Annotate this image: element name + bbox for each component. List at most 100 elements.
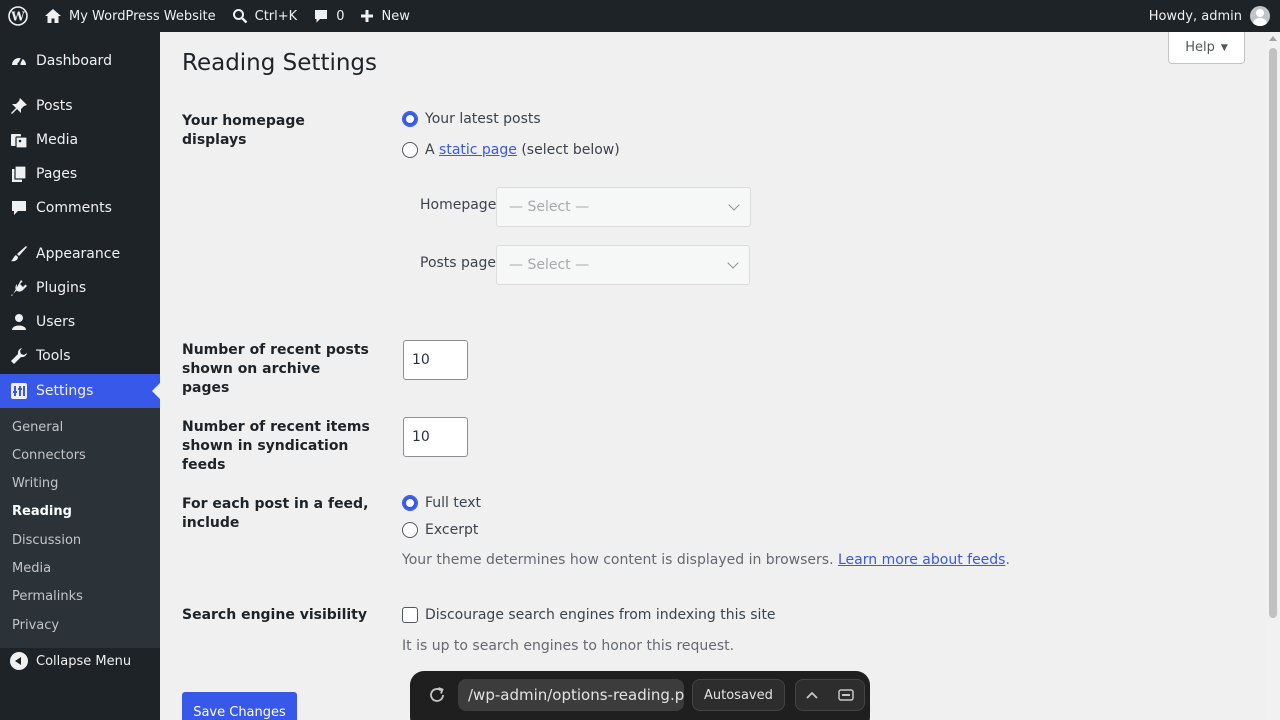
- collapse-arrow-icon: [10, 652, 28, 670]
- collapse-menu-button[interactable]: Collapse Menu: [10, 652, 131, 670]
- sidebar-item-users[interactable]: Users: [0, 305, 160, 339]
- help-button[interactable]: Help ▼: [1168, 32, 1245, 64]
- sidebar-item-label: Tools: [36, 348, 71, 364]
- sidebar-item-tools[interactable]: Tools: [0, 339, 160, 373]
- radio-full-text[interactable]: Full text: [402, 495, 481, 511]
- settings-submenu: General Connectors Writing Reading Discu…: [0, 408, 160, 648]
- dashboard-icon: [10, 52, 28, 70]
- collapse-menu-label: Collapse Menu: [36, 653, 132, 669]
- recent-posts-input[interactable]: 10: [403, 340, 468, 380]
- sidebar-item-label: Posts: [36, 98, 73, 114]
- sidebar-item-media[interactable]: Media: [0, 123, 160, 157]
- search-shortcut[interactable]: Ctrl+K: [224, 0, 306, 32]
- static-suffix: (select below): [521, 142, 620, 158]
- submenu-item-writing[interactable]: Writing: [12, 476, 58, 491]
- plugin-icon: [10, 279, 28, 297]
- submenu-item-media[interactable]: Media: [12, 561, 51, 576]
- feed-include-label: For each post in a feed, include: [182, 496, 369, 531]
- keyboard-icon[interactable]: [838, 689, 855, 701]
- settings-icon: [10, 382, 28, 400]
- submenu-item-reading[interactable]: Reading: [12, 504, 72, 519]
- save-changes-button[interactable]: Save Changes: [182, 692, 297, 720]
- scroll-thumb[interactable]: [1269, 48, 1277, 618]
- radio-static-page[interactable]: A static page (select below): [402, 142, 620, 158]
- radio-button[interactable]: [402, 142, 418, 158]
- radio-excerpt[interactable]: Excerpt: [402, 522, 478, 538]
- autosaved-status: Autosaved: [692, 679, 785, 711]
- search-visibility-description: It is up to search engines to honor this…: [402, 638, 735, 654]
- site-name-link[interactable]: My WordPress Website: [36, 0, 224, 32]
- caret-down-icon: ▼: [1220, 42, 1228, 53]
- main-content: Help ▼ Reading Settings Your homepage di…: [160, 32, 1266, 720]
- sidebar-item-comments[interactable]: Comments: [0, 191, 160, 225]
- static-page-link[interactable]: static page: [439, 142, 517, 158]
- svg-text:W: W: [10, 10, 25, 24]
- comments-count: 0: [336, 8, 345, 24]
- search-visibility-label: Search engine visibility: [182, 607, 367, 623]
- sidebar-item-dashboard[interactable]: Dashboard: [0, 44, 160, 78]
- new-label: New: [381, 8, 410, 24]
- recent-posts-label: Number of recent posts shown on archive …: [182, 342, 369, 396]
- search-shortcut-label: Ctrl+K: [254, 8, 298, 24]
- radio-button-checked[interactable]: [402, 495, 418, 511]
- sidebar-item-appearance[interactable]: Appearance: [0, 237, 160, 271]
- greeting: Howdy, admin: [1148, 8, 1242, 24]
- feed-description: Your theme determines how content is dis…: [402, 552, 1010, 568]
- submenu-item-connectors[interactable]: Connectors: [12, 448, 86, 463]
- comments-link[interactable]: 0: [305, 0, 352, 32]
- pages-icon: [10, 165, 28, 183]
- user-icon: [10, 313, 28, 331]
- posts-page-select[interactable]: — Select —: [496, 245, 750, 285]
- homepage-displays-label: Your homepage displays: [182, 113, 305, 148]
- sidebar-item-label: Appearance: [36, 246, 121, 262]
- submenu-item-privacy[interactable]: Privacy: [12, 618, 59, 633]
- submenu-item-permalinks[interactable]: Permalinks: [12, 589, 83, 604]
- avatar: [1250, 6, 1270, 26]
- submenu-item-general[interactable]: General: [12, 420, 63, 435]
- radio-button-checked[interactable]: [402, 111, 418, 127]
- sidebar-item-label: Settings: [36, 383, 94, 399]
- plus-icon: [361, 10, 374, 22]
- submenu-item-discussion[interactable]: Discussion: [12, 533, 81, 548]
- sidebar-item-label: Pages: [36, 166, 78, 182]
- radio-button[interactable]: [402, 522, 418, 538]
- sidebar-item-pages[interactable]: Pages: [0, 157, 160, 191]
- url-field[interactable]: /wp-admin/options-reading.ph: [458, 679, 684, 711]
- chevron-up-icon[interactable]: [805, 690, 819, 700]
- sidebar-item-label: Comments: [36, 200, 112, 216]
- browser-toolbar: /wp-admin/options-reading.ph Autosaved: [410, 671, 870, 720]
- reload-button[interactable]: [426, 679, 448, 711]
- feed-description-end: .: [1005, 552, 1010, 568]
- sidebar-item-label: Dashboard: [36, 53, 112, 69]
- brush-icon: [10, 245, 28, 263]
- chevron-down-icon: [728, 199, 740, 211]
- site-name: My WordPress Website: [69, 8, 216, 24]
- page-title: Reading Settings: [182, 50, 378, 76]
- wordpress-logo-icon[interactable]: W: [0, 0, 36, 32]
- wrench-icon: [10, 347, 28, 365]
- help-label: Help: [1185, 40, 1215, 55]
- homepage-select-label: Homepage:: [420, 197, 502, 213]
- homepage-select[interactable]: — Select —: [496, 187, 751, 227]
- sidebar-item-label: Users: [36, 314, 76, 330]
- radio-latest-posts[interactable]: Your latest posts: [402, 111, 541, 127]
- chevron-down-icon: [727, 257, 739, 269]
- page-scrollbar[interactable]: [1266, 32, 1280, 720]
- syndication-feeds-input[interactable]: 10: [403, 417, 468, 457]
- discourage-search-checkbox-row[interactable]: Discourage search engines from indexing …: [402, 607, 776, 623]
- sidebar-item-plugins[interactable]: Plugins: [0, 271, 160, 305]
- scroll-up-arrow-icon[interactable]: [1269, 36, 1277, 41]
- sidebar-item-posts[interactable]: Posts: [0, 89, 160, 123]
- sidebar-item-settings[interactable]: Settings: [0, 374, 160, 408]
- learn-more-feeds-link[interactable]: Learn more about feeds: [838, 552, 1005, 568]
- search-icon: [232, 9, 247, 24]
- feed-description-text: Your theme determines how content is dis…: [402, 552, 834, 568]
- home-icon: [45, 9, 61, 23]
- reload-icon: [430, 687, 444, 702]
- new-content-link[interactable]: New: [352, 0, 417, 32]
- radio-full-text-label: Full text: [425, 495, 482, 511]
- media-icon: [10, 131, 28, 149]
- radio-excerpt-label: Excerpt: [425, 522, 479, 538]
- discourage-search-checkbox[interactable]: [402, 607, 418, 623]
- account-menu[interactable]: Howdy, admin: [1149, 6, 1280, 26]
